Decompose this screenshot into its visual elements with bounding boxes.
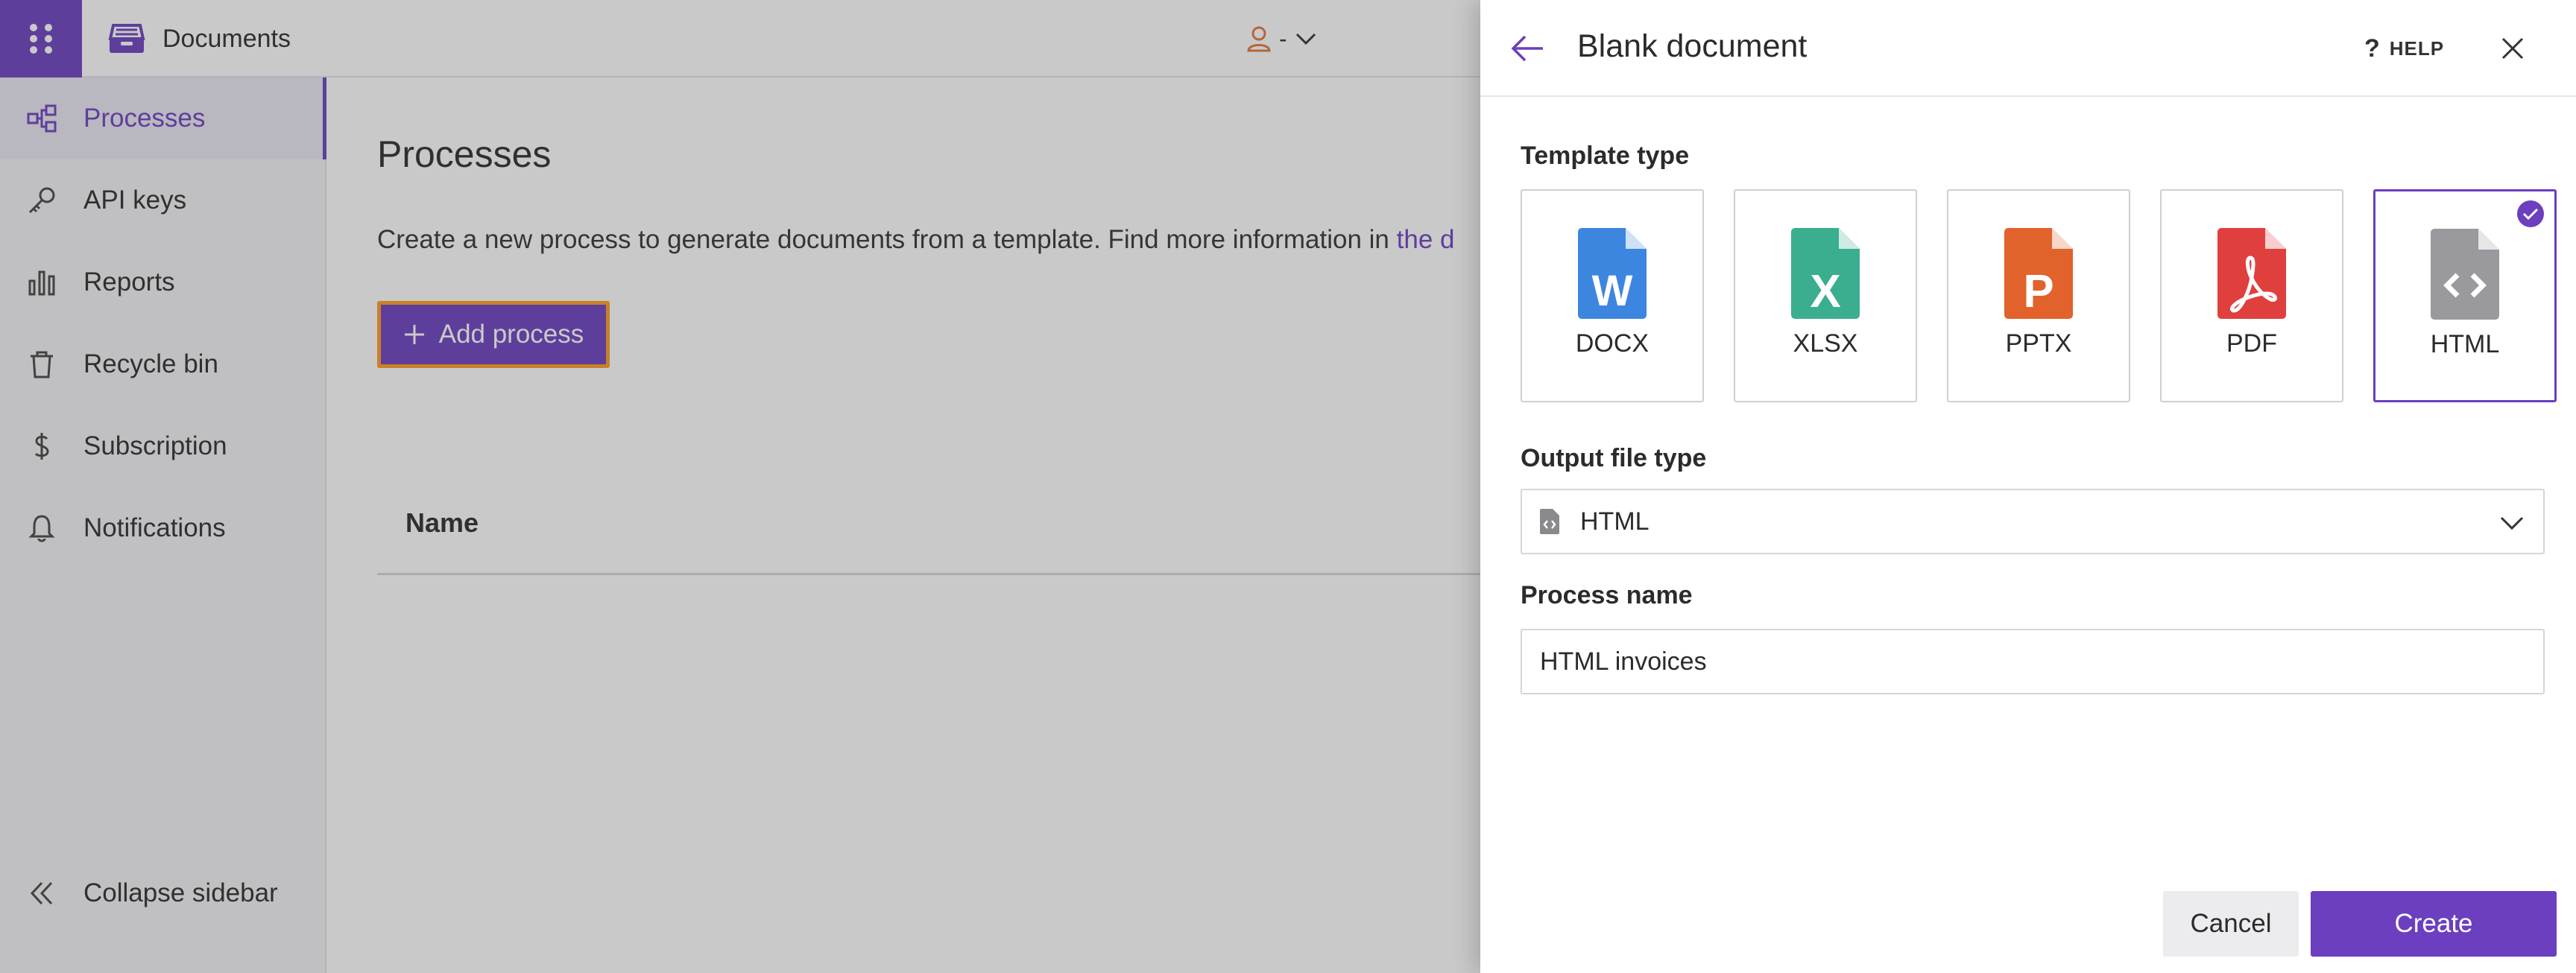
svg-text:X: X — [1810, 266, 1840, 317]
xlsx-file-icon: X — [1791, 228, 1860, 319]
pptx-file-icon: P — [2004, 228, 2073, 319]
template-type-label: Template type — [1521, 142, 1690, 170]
template-card-docx[interactable]: W DOCX — [1521, 189, 1704, 402]
svg-text:W: W — [1592, 267, 1633, 315]
html-file-icon — [2431, 229, 2499, 320]
svg-text:P: P — [2023, 266, 2053, 317]
html-file-small-icon — [1540, 509, 1559, 534]
panel-header: Blank document ? HELP — [1480, 0, 2576, 97]
help-button[interactable]: ? HELP — [2364, 33, 2444, 64]
template-card-label: DOCX — [1575, 329, 1650, 358]
create-button[interactable]: Create — [2311, 891, 2557, 957]
template-card-xlsx[interactable]: X XLSX — [1734, 189, 1917, 402]
output-file-type-select[interactable]: HTML — [1521, 489, 2545, 554]
output-file-type-value: HTML — [1580, 507, 1650, 536]
process-name-input[interactable] — [1521, 629, 2545, 694]
question-mark-icon: ? — [2364, 34, 2381, 63]
template-card-label: HTML — [2430, 330, 2500, 358]
close-button[interactable] — [2494, 30, 2531, 67]
template-card-pdf[interactable]: PDF — [2160, 189, 2343, 402]
output-file-type-label: Output file type — [1521, 444, 1707, 472]
template-card-pptx[interactable]: P PPTX — [1947, 189, 2130, 402]
docx-file-icon: W — [1578, 228, 1647, 319]
template-card-label: PPTX — [2005, 329, 2072, 358]
back-button[interactable] — [1507, 30, 1547, 67]
arrow-left-icon — [1511, 35, 1543, 62]
template-card-label: XLSX — [1793, 329, 1858, 358]
template-card-label: PDF — [2226, 329, 2277, 358]
selected-check-icon — [2517, 200, 2544, 227]
close-icon — [2501, 37, 2524, 60]
blank-document-panel: Blank document ? HELP Template type W DO… — [1480, 0, 2576, 973]
process-name-label: Process name — [1521, 581, 1693, 609]
chevron-down-icon — [2500, 516, 2524, 530]
pdf-file-icon — [2217, 228, 2286, 319]
cancel-button[interactable]: Cancel — [2163, 891, 2299, 957]
template-card-html[interactable]: HTML — [2373, 189, 2557, 402]
panel-title: Blank document — [1577, 28, 1808, 64]
help-label: HELP — [2389, 37, 2445, 60]
